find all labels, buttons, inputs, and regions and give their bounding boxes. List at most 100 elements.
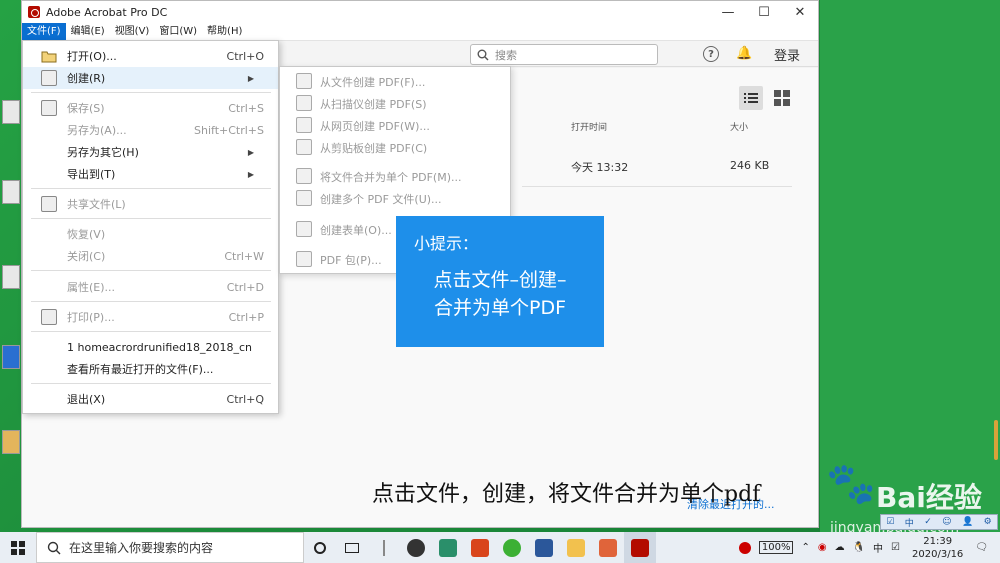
list-view-icon[interactable] (739, 86, 763, 110)
tutorial-caption: 点击文件，创建，将文件合并为单个pdf (372, 482, 761, 507)
submenu-combine-label: 将文件合并为单个 PDF(M)... (320, 171, 462, 184)
app-icon[interactable] (432, 532, 464, 563)
scanner-icon (296, 95, 312, 111)
menu-export-to[interactable]: 导出到(T) ▶ (23, 163, 278, 185)
menu-help[interactable]: 帮助(H) (202, 23, 247, 41)
user-icon[interactable]: 👤 (962, 517, 973, 527)
submenu-create-multiple[interactable]: 创建多个 PDF 文件(U)... (280, 187, 510, 209)
tip-body: 点击文件–创建– 合并为单个PDF (414, 266, 586, 322)
submenu-from-file-label: 从文件创建 PDF(F)... (320, 76, 426, 89)
save-icon (41, 100, 57, 116)
acrobat-taskbar-icon[interactable] (624, 532, 656, 563)
menu-create[interactable]: 创建(R) ▶ (23, 67, 278, 89)
punct-icon[interactable]: ✓ (924, 517, 932, 527)
qq-icon[interactable]: 🐧 (853, 542, 865, 553)
taskbar-search[interactable]: 在这里输入你要搜索的内容 (36, 532, 304, 563)
menu-file[interactable]: 文件(F) (22, 22, 66, 41)
share-icon (41, 196, 57, 212)
grid-view-icon[interactable] (774, 90, 790, 106)
column-opened-header[interactable]: 打开时间 (571, 120, 607, 133)
submenu-from-clipboard[interactable]: 从剪贴板创建 PDF(C) (280, 136, 510, 158)
chevron-up-icon[interactable]: ⌃ (801, 542, 809, 553)
menu-save-as[interactable]: 另存为(A)... Shift+Ctrl+S (23, 119, 278, 141)
minimize-button[interactable]: — (710, 1, 746, 23)
submenu-combine-files[interactable]: 将文件合并为单个 PDF(M)... (280, 165, 510, 187)
office-app-icon[interactable] (464, 532, 496, 563)
menu-print-shortcut: Ctrl+P (228, 310, 264, 324)
ime-chinese-label[interactable]: 中 (905, 516, 914, 529)
menu-save-as-other[interactable]: 另存为其它(H) ▶ (23, 141, 278, 163)
ime-tray-label[interactable]: 中 (873, 540, 883, 555)
clock-date: 2020/3/16 (912, 548, 964, 560)
menu-window[interactable]: 窗口(W) (154, 23, 202, 41)
desktop-icon[interactable] (2, 100, 20, 124)
baidu-paw-logo: 🐾 (826, 461, 876, 507)
file-explorer-icon[interactable] (560, 532, 592, 563)
menu-revert[interactable]: 恢复(V) (23, 223, 278, 245)
menu-separator (31, 301, 271, 302)
menu-view[interactable]: 视图(V) (110, 23, 155, 41)
settings-gear-icon[interactable]: ⚙ (984, 517, 992, 527)
column-size-header[interactable]: 大小 (730, 120, 748, 133)
menu-share[interactable]: 共享文件(L) (23, 193, 278, 215)
login-button[interactable]: 登录 (774, 45, 800, 64)
menu-save-as-label: 另存为(A)... (67, 124, 127, 137)
submenu-from-web[interactable]: 从网页创建 PDF(W)... (280, 114, 510, 136)
menu-save[interactable]: 保存(S) Ctrl+S (23, 97, 278, 119)
menu-open[interactable]: 打开(O)... Ctrl+O (23, 45, 278, 67)
menu-view-all-recent[interactable]: 查看所有最近打开的文件(F)... (23, 358, 278, 380)
desktop-icon[interactable] (2, 430, 20, 454)
wechat-icon[interactable] (496, 532, 528, 563)
desktop-icon[interactable] (2, 180, 20, 204)
form-icon (296, 221, 312, 237)
row-divider (522, 186, 792, 187)
clock[interactable]: 21:39 2020/3/16 (912, 535, 963, 561)
submenu-pdf-portfolio-label: PDF 包(P)... (320, 254, 382, 267)
menu-separator (31, 331, 271, 332)
maximize-button[interactable]: ☐ (746, 1, 782, 23)
menu-properties[interactable]: 属性(E)... Ctrl+D (23, 276, 278, 298)
menu-recent-file[interactable]: 1 homeacrordrunified18_2018_cn (23, 336, 278, 358)
emoji-icon[interactable]: ☺ (942, 517, 951, 527)
submenu-from-scanner[interactable]: 从扫描仪创建 PDF(S) (280, 92, 510, 114)
tip-line-2: 合并为单个PDF (433, 297, 567, 319)
ime-toolbar[interactable]: ☑ 中 ✓ ☺ 👤 ⚙ (880, 514, 998, 530)
cloud-icon[interactable]: ☁ (835, 542, 845, 553)
notification-icon[interactable]: 🗨 (975, 542, 988, 553)
ime-icon[interactable]: ☑ (886, 517, 894, 527)
close-button[interactable]: ✕ (782, 1, 818, 23)
bell-icon[interactable]: 🔔 (736, 46, 752, 61)
menu-separator (31, 188, 271, 189)
desktop-icon[interactable] (2, 265, 20, 289)
desktop-icon[interactable] (2, 345, 20, 369)
menu-edit[interactable]: 编辑(E) (66, 23, 110, 41)
menu-print-label: 打印(P)... (67, 311, 115, 324)
submenu-from-scanner-label: 从扫描仪创建 PDF(S) (320, 98, 427, 111)
menu-exit[interactable]: 退出(X) Ctrl+Q (23, 388, 278, 410)
media-app-icon[interactable] (400, 532, 432, 563)
submenu-from-web-label: 从网页创建 PDF(W)... (320, 120, 430, 133)
checkbox-tray-icon[interactable]: ☑ (891, 542, 900, 553)
tray-app-icon[interactable] (738, 541, 751, 554)
cortana-icon[interactable] (304, 532, 336, 563)
taskbar-divider (368, 532, 400, 563)
help-icon[interactable]: ? (703, 46, 719, 62)
menu-print[interactable]: 打印(P)... Ctrl+P (23, 306, 278, 328)
watermark-text: Bai经验 (876, 481, 982, 514)
battery-icon[interactable]: 100% (758, 541, 794, 554)
create-pdf-icon (41, 70, 57, 86)
task-view-icon[interactable] (336, 532, 368, 563)
menu-properties-label: 属性(E)... (67, 281, 116, 294)
search-input[interactable]: 搜索 (470, 44, 658, 65)
menu-close-shortcut: Ctrl+W (224, 249, 264, 263)
ppt-app-icon[interactable] (592, 532, 624, 563)
search-icon (477, 49, 489, 60)
word-icon[interactable] (528, 532, 560, 563)
menu-close[interactable]: 关闭(C) Ctrl+W (23, 245, 278, 267)
window-title: Adobe Acrobat Pro DC (46, 5, 168, 19)
submenu-from-file[interactable]: 从文件创建 PDF(F)... (280, 70, 510, 92)
record-icon[interactable]: ◉ (818, 542, 827, 553)
search-icon (47, 541, 61, 554)
menu-save-as-shortcut: Shift+Ctrl+S (194, 123, 264, 137)
start-button[interactable] (0, 532, 36, 563)
